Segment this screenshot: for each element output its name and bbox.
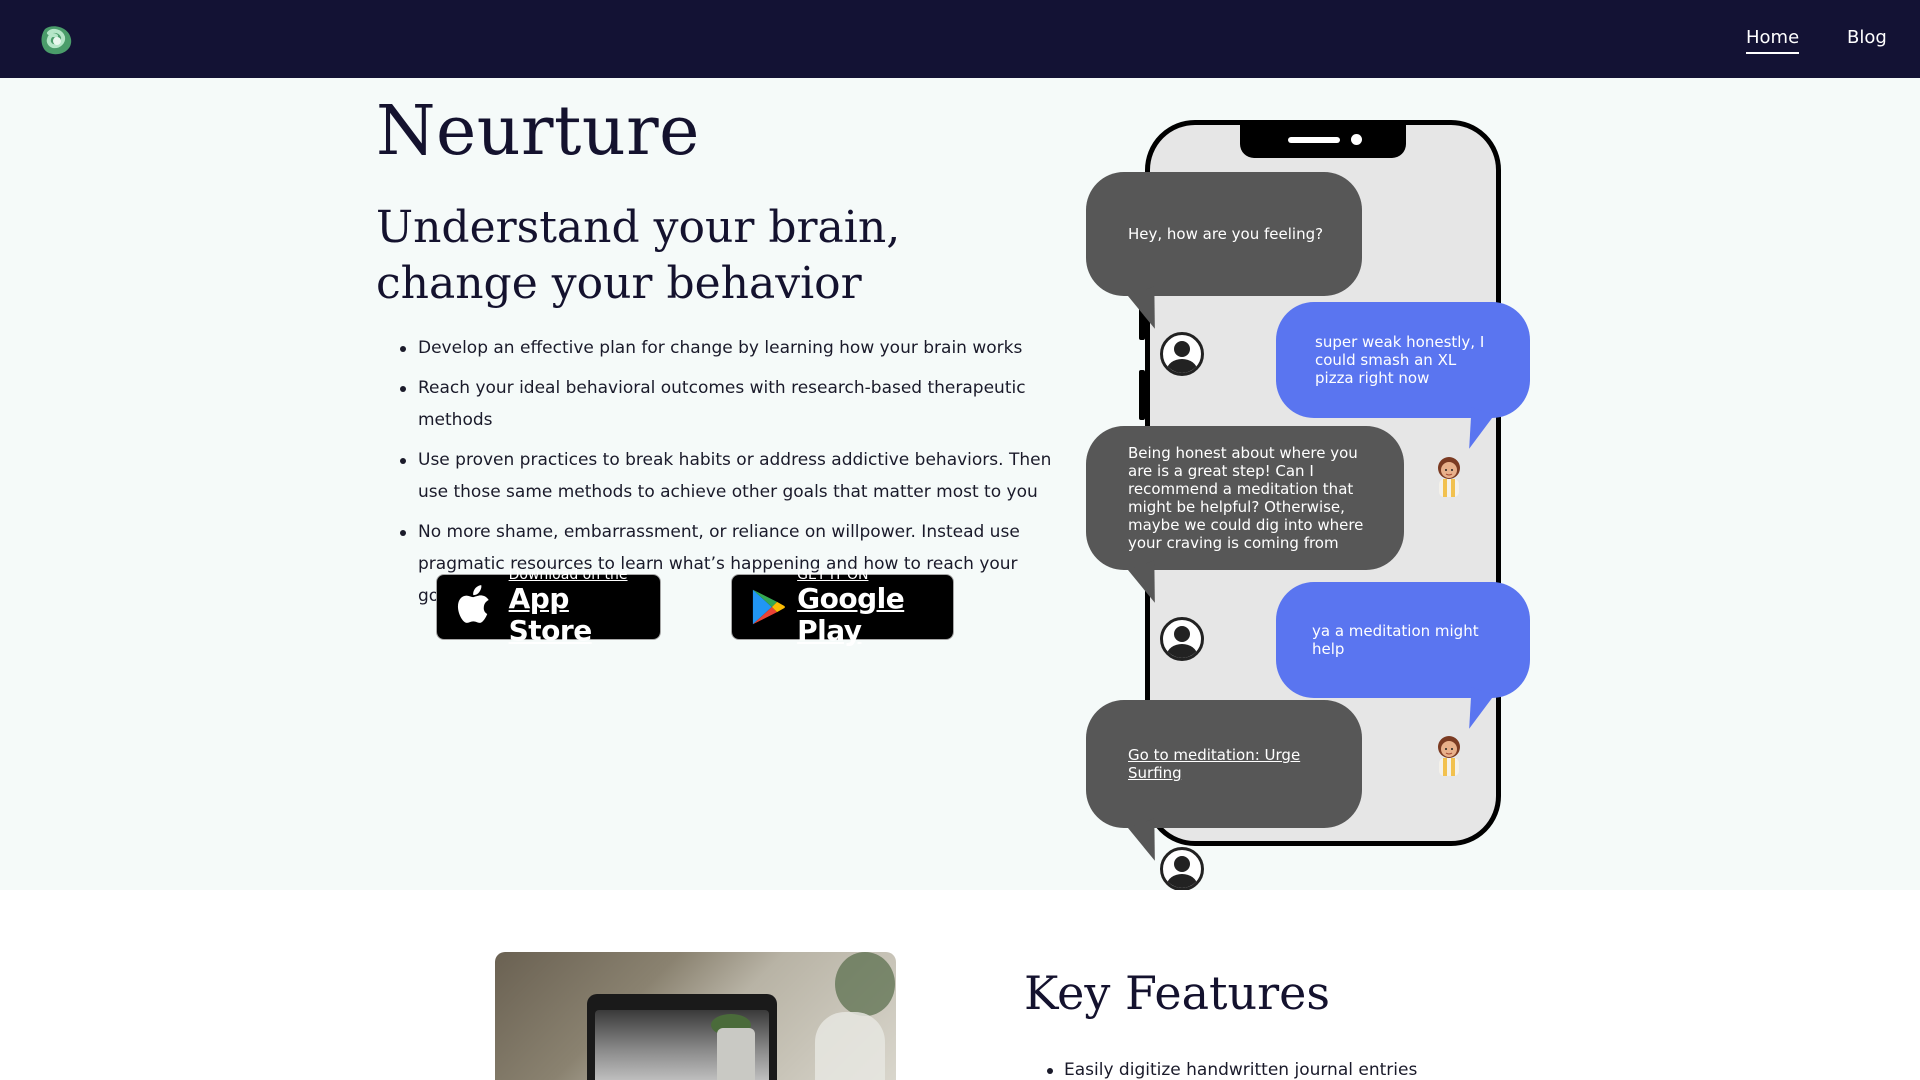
hero-title: Neurture: [376, 92, 700, 171]
app-store-large-text: App Store: [508, 582, 593, 647]
plant-decoration: [835, 952, 895, 1016]
nav-blog-link[interactable]: Blog: [1847, 27, 1887, 48]
chat-message-text: super weak honestly, I could smash an XL…: [1315, 333, 1485, 387]
bot-avatar-icon: [1438, 457, 1460, 497]
navbar: Home Blog: [0, 0, 1920, 78]
google-play-badge[interactable]: GET IT ON Google Play: [731, 567, 954, 647]
meditation-link[interactable]: Go to meditation: Urge Surfing: [1128, 746, 1328, 782]
features-section: [0, 890, 1920, 1080]
benefit-item: Reach your ideal behavioral outcomes wit…: [376, 372, 1066, 436]
app-store-small-text: Download on the: [508, 567, 628, 583]
user-avatar-icon: [1160, 847, 1204, 891]
phone-camera: [1351, 134, 1362, 145]
chat-message-text: Hey, how are you feeling?: [1128, 225, 1324, 243]
chat-bubble-bot: Being honest about where you are is a gr…: [1086, 426, 1404, 570]
hero-subtitle: Understand your brain, change your behav…: [376, 202, 901, 309]
google-play-icon: [752, 589, 785, 625]
chat-message-text: ya a meditation might help: [1312, 622, 1479, 658]
bot-avatar-icon: [1438, 736, 1460, 776]
nav-home-link[interactable]: Home: [1746, 27, 1800, 54]
user-avatar-icon: [1160, 332, 1204, 376]
google-play-small-text: GET IT ON: [797, 567, 869, 583]
app-store-badge[interactable]: Download on the App Store: [436, 567, 661, 647]
user-avatar-icon: [1160, 617, 1204, 661]
apple-icon: [457, 585, 489, 623]
phone-side-button: [1139, 370, 1145, 420]
chat-message-text: Being honest about where you are is a gr…: [1128, 444, 1364, 552]
chat-bubble-bot: Hey, how are you feeling?: [1086, 172, 1362, 296]
chat-bubble-bot: Go to meditation: Urge Surfing: [1086, 700, 1362, 828]
chat-bubble-user: super weak honestly, I could smash an XL…: [1276, 302, 1530, 418]
features-title: Key Features: [1024, 966, 1330, 1020]
neurture-logo-icon[interactable]: [39, 25, 73, 55]
feature-item: Easily digitize handwritten journal entr…: [1024, 1057, 1417, 1080]
phone-speaker: [1288, 137, 1340, 143]
feature-image: [495, 952, 896, 1080]
pot-decoration: [815, 1012, 885, 1080]
benefit-item: Develop an effective plan for change by …: [376, 332, 1066, 364]
chat-bubble-user: ya a meditation might help: [1276, 582, 1530, 698]
pot-decoration: [717, 1028, 755, 1080]
benefit-item: Use proven practices to break habits or …: [376, 444, 1066, 508]
google-play-large-text: Google Play: [797, 582, 905, 647]
features-list: Easily digitize handwritten journal entr…: [1024, 1057, 1417, 1080]
